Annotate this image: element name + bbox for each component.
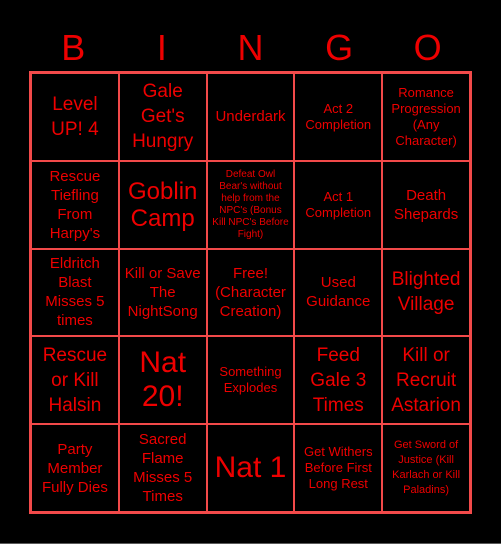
cell-text: Death Shepards — [393, 186, 459, 223]
cell-text: Goblin Camp — [128, 177, 198, 232]
cell-text: Free! (Character Creation) — [215, 264, 286, 320]
cell-text: Rescue or Kill Halsin — [42, 344, 108, 416]
cell-text: Nat 20! — [139, 346, 187, 414]
bingo-cell[interactable]: Romance Progression (Any Character) — [382, 73, 470, 161]
cell-text: Level UP! 4 — [51, 93, 99, 140]
cell-text: Rescue Tiefling From Harpy's — [49, 167, 101, 242]
cell-text: Kill or Recruit Astarion — [391, 344, 461, 416]
cell-text: Defeat Owl Bear's without help from the … — [212, 168, 289, 240]
bingo-cell[interactable]: Rescue or Kill Halsin — [31, 336, 119, 425]
bingo-cell[interactable]: Nat 1 — [206, 424, 295, 512]
cell-text: Kill or Save The NightSong — [124, 264, 201, 320]
bingo-cell[interactable]: Act 1 Completion — [294, 160, 383, 249]
cell-text: Get Withers Before First Long Rest — [303, 444, 373, 492]
bingo-cell[interactable]: Sacred Flame Misses 5 Times — [118, 424, 207, 512]
cell-text: Sacred Flame Misses 5 Times — [133, 431, 193, 506]
bingo-cell[interactable]: Gale Get's Hungry — [118, 73, 207, 161]
bingo-cell[interactable]: Something Explodes — [206, 336, 295, 425]
bingo-cell[interactable]: Goblin Camp — [118, 160, 207, 249]
bingo-cell[interactable]: Rescue Tiefling From Harpy's — [31, 160, 119, 249]
bingo-cell free-space[interactable]: Free! (Character Creation) — [206, 248, 295, 337]
cell-text: Romance Progression (Any Character) — [391, 84, 461, 148]
header-letter-n: N — [237, 27, 264, 68]
cell-text: Used Guidance — [306, 274, 371, 311]
bingo-cell[interactable]: Nat 20! — [118, 336, 207, 425]
cell-text: Underdark — [215, 108, 286, 126]
bingo-cell[interactable]: Eldritch Blast Misses 5 times — [31, 248, 119, 337]
cell-text: Get Sword of Justice (Kill Karlach or Ki… — [392, 439, 461, 497]
bingo-header: B I N G O — [29, 28, 472, 68]
cell-text: Act 1 Completion — [305, 188, 372, 220]
header-letter-b: B — [61, 27, 86, 68]
bingo-cell[interactable]: Feed Gale 3 Times — [294, 336, 383, 425]
bingo-cell[interactable]: Defeat Owl Bear's without help from the … — [206, 160, 295, 249]
bingo-cell[interactable]: Underdark — [206, 73, 295, 161]
bingo-cell[interactable]: Used Guidance — [294, 248, 383, 337]
bingo-grid: Level UP! 4 Gale Get's Hungry Underdark … — [29, 71, 472, 514]
cell-text: Act 2 Completion — [305, 100, 372, 132]
cell-text: Feed Gale 3 Times — [310, 344, 367, 416]
bingo-cell[interactable]: Act 2 Completion — [294, 73, 383, 161]
bingo-cell[interactable]: Party Member Fully Dies — [31, 424, 119, 512]
bingo-page: B I N G O Level UP! 4 Gale Get's Hungry … — [0, 0, 501, 544]
bingo-cell[interactable]: Get Withers Before First Long Rest — [294, 424, 383, 512]
cell-text: Gale Get's Hungry — [132, 81, 194, 153]
bingo-cell[interactable]: Blighted Village — [382, 248, 470, 337]
header-letter-o: O — [413, 27, 442, 68]
bingo-cell[interactable]: Get Sword of Justice (Kill Karlach or Ki… — [382, 424, 470, 512]
bingo-cell[interactable]: Death Shepards — [382, 160, 470, 249]
cell-text: Blighted Village — [391, 269, 461, 316]
bingo-cell[interactable]: Level UP! 4 — [31, 73, 119, 161]
bingo-cell[interactable]: Kill or Recruit Astarion — [382, 336, 470, 425]
header-letter-i: I — [156, 27, 167, 68]
bingo-cell[interactable]: Kill or Save The NightSong — [118, 248, 207, 337]
cell-text: Party Member Fully Dies — [41, 440, 108, 496]
cell-text: Something Explodes — [219, 364, 282, 396]
header-letter-g: G — [325, 27, 354, 68]
cell-text: Eldritch Blast Misses 5 times — [45, 255, 105, 330]
cell-text: Nat 1 — [214, 451, 287, 485]
